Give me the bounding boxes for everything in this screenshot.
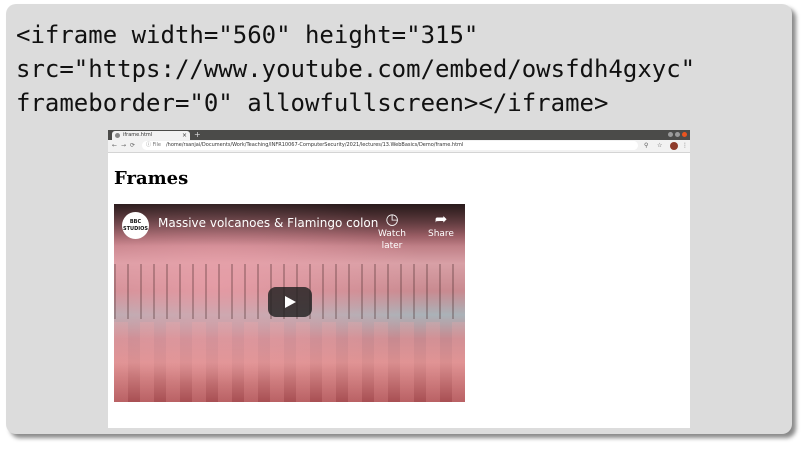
menu-icon[interactable]: ⋮ — [682, 141, 688, 151]
tab-iframe-html[interactable]: iframe.html × — [112, 131, 190, 140]
video-title[interactable]: Massive volcanoes & Flamingo colony -... — [158, 216, 378, 230]
share-icon: ➦ — [434, 210, 448, 228]
minimize-button[interactable] — [668, 132, 673, 137]
code-line-2: src="https://www.youtube.com/embed/owsfd… — [16, 55, 696, 83]
site-info-icon[interactable]: ⓘ File — [146, 142, 161, 148]
iframe-code-snippet: <iframe width="560" height="315" src="ht… — [16, 18, 695, 120]
zoom-icon[interactable]: ⚲ — [644, 141, 648, 151]
address-bar[interactable]: ⓘ File/home/rsanjai/Documents/Work/Teach… — [142, 141, 638, 150]
channel-logo-line-1: BBC — [129, 219, 142, 225]
new-tab-button[interactable]: + — [194, 130, 201, 140]
water-reflection-decoration — [114, 322, 465, 402]
play-button[interactable] — [268, 287, 312, 317]
code-line-1: <iframe width="560" height="315" — [16, 21, 479, 49]
reload-button[interactable]: ⟳ — [130, 141, 135, 151]
forward-button[interactable]: → — [121, 141, 126, 151]
maximize-button[interactable] — [675, 132, 680, 137]
browser-toolbar: ← → ⟳ ⓘ File/home/rsanjai/Documents/Work… — [108, 140, 690, 153]
tab-title: iframe.html — [123, 132, 153, 138]
share-button[interactable]: ➦ Share — [417, 210, 465, 240]
globe-icon — [115, 133, 120, 138]
page-title: Frames — [114, 168, 189, 189]
star-icon[interactable]: ☆ — [657, 141, 662, 151]
watch-later-label: Watch later — [377, 229, 407, 251]
close-icon[interactable]: × — [182, 131, 187, 140]
embedded-video[interactable]: BBC STUDIOS Massive volcanoes & Flamingo… — [114, 204, 465, 402]
url-text: /home/rsanjai/Documents/Work/Teaching/IN… — [165, 142, 464, 148]
share-label: Share — [428, 229, 454, 239]
back-button[interactable]: ← — [112, 141, 117, 151]
channel-logo-line-2: STUDIOS — [123, 226, 148, 232]
close-window-button[interactable] — [682, 132, 687, 137]
channel-logo[interactable]: BBC STUDIOS — [122, 212, 149, 239]
avatar[interactable] — [670, 142, 678, 150]
clock-icon: ◷ — [385, 210, 399, 228]
tab-strip: iframe.html × + — [108, 130, 690, 140]
watch-later-button[interactable]: ◷ Watch later — [368, 210, 416, 252]
browser-window: iframe.html × + ← → ⟳ ⓘ File/home/rsanja… — [108, 130, 690, 428]
code-line-3: frameborder="0" allowfullscreen></iframe… — [16, 89, 609, 117]
